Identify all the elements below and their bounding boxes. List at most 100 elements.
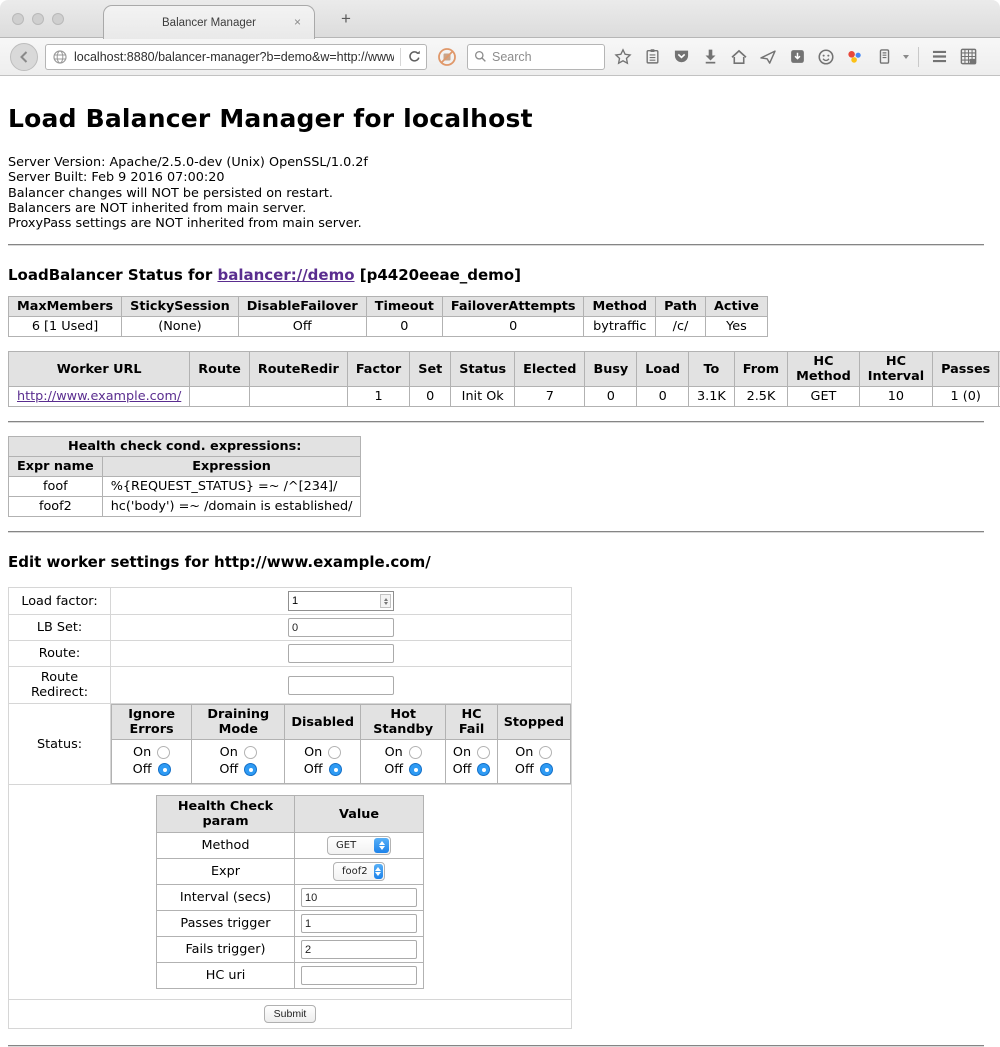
home-icon[interactable] — [728, 46, 750, 68]
route-redirect-label: Route Redirect: — [9, 667, 111, 704]
worker-data-row: http://www.example.com/ 1 0 Init Ok 7 0 … — [9, 387, 1000, 407]
expr-title-row: Health check cond. expressions: — [9, 437, 361, 457]
globe-icon — [52, 49, 68, 65]
hot-standby-off-radio[interactable] — [409, 763, 422, 776]
hot-standby-on-radio[interactable] — [409, 746, 422, 759]
cell-busy: 0 — [585, 387, 637, 407]
hc-params-row: Health Check param Value Method GET — [9, 785, 572, 1000]
menu-hamburger-icon[interactable] — [928, 46, 950, 68]
submit-button[interactable]: Submit — [264, 1005, 317, 1023]
url-text[interactable]: localhost:8880/balancer-manager?b=demo&w… — [74, 50, 394, 64]
back-button[interactable] — [10, 43, 38, 71]
col-busy: Busy — [585, 352, 637, 387]
reading-list-icon[interactable] — [641, 46, 663, 68]
hc-passes-input[interactable] — [301, 914, 417, 933]
worker-url-link[interactable]: http://www.example.com/ — [17, 389, 181, 404]
colored-dots-extension-icon[interactable] — [844, 46, 866, 68]
navigation-toolbar: localhost:8880/balancer-manager?b=demo&w… — [0, 38, 1000, 76]
col-passes: Passes — [933, 352, 999, 387]
hc-expr-row: Expr foof2 — [157, 859, 424, 885]
off-label: Off — [453, 762, 472, 777]
hc-expr-select[interactable]: foof2 — [333, 862, 385, 881]
hc-fail-on-radio[interactable] — [477, 746, 490, 759]
stopped-off-radio[interactable] — [540, 763, 553, 776]
hc-method-select[interactable]: GET — [327, 836, 391, 855]
route-redirect-input[interactable] — [288, 676, 394, 695]
worker-status-table: Worker URL Route RouteRedir Factor Set S… — [8, 351, 1000, 407]
balancer-demo-link[interactable]: balancer://demo — [217, 266, 354, 284]
ignore-errors-on-radio[interactable] — [157, 746, 170, 759]
disabled-off-radio[interactable] — [329, 763, 342, 776]
divider — [8, 531, 984, 533]
tab-title: Balancer Manager — [162, 17, 256, 29]
tab-balancer-manager[interactable]: Balancer Manager × — [103, 5, 315, 39]
cell-route — [190, 387, 250, 407]
hc-interval-input[interactable] — [301, 888, 417, 907]
hc-method-row: Method GET — [157, 833, 424, 859]
submit-row: Submit — [9, 1000, 572, 1029]
search-placeholder: Search — [492, 50, 532, 64]
col-worker-url: Worker URL — [9, 352, 190, 387]
status-radios-row: On Off On Off On Off On — [112, 740, 571, 784]
draining-mode-radios: On Off — [192, 740, 285, 784]
hc-fail-off-radio[interactable] — [477, 763, 490, 776]
cell-disablefailover: Off — [238, 317, 366, 337]
cell-maxmembers: 6 [1 Used] — [9, 317, 122, 337]
new-tab-button[interactable]: + — [333, 7, 359, 31]
draining-mode-off-radio[interactable] — [244, 763, 257, 776]
chat-smiley-icon[interactable] — [815, 46, 837, 68]
search-bar[interactable]: Search — [467, 44, 605, 70]
ignore-errors-off-radio[interactable] — [158, 763, 171, 776]
content-blocked-icon[interactable] — [434, 44, 460, 70]
balancers-note-line: Balancers are NOT inherited from main se… — [8, 201, 984, 216]
col-from: From — [734, 352, 787, 387]
server-built-line: Server Built: Feb 9 2016 07:00:20 — [8, 170, 984, 185]
send-tab-icon[interactable] — [757, 46, 779, 68]
on-label: On — [385, 745, 403, 760]
hc-uri-input[interactable] — [301, 966, 417, 985]
grid-extension-icon[interactable] — [957, 46, 979, 68]
cell-timeout: 0 — [366, 317, 442, 337]
hc-interval-row: Interval (secs) — [157, 885, 424, 911]
on-label: On — [515, 745, 533, 760]
reader-extension-icon[interactable] — [786, 46, 808, 68]
downloads-icon[interactable] — [699, 46, 721, 68]
balancer-header-row: MaxMembers StickySession DisableFailover… — [9, 297, 768, 317]
load-factor-input-wrap — [288, 591, 394, 611]
lb-set-input[interactable] — [288, 618, 394, 637]
hc-fail-radios: On Off — [446, 740, 497, 784]
hc-fails-input[interactable] — [301, 940, 417, 959]
expr-row-foof2: foof2 hc('body') =~ /domain is establish… — [9, 497, 361, 517]
minimize-window-button[interactable] — [32, 13, 44, 25]
load-factor-input[interactable] — [289, 595, 380, 607]
col-hc-fail: HC Fail — [446, 705, 497, 740]
stopped-on-radio[interactable] — [539, 746, 552, 759]
col-path: Path — [656, 297, 706, 317]
stopped-radios: On Off — [497, 740, 570, 784]
extension-dropdown-caret-icon[interactable] — [903, 55, 909, 59]
pocket-icon[interactable] — [670, 46, 692, 68]
bookmark-star-icon[interactable] — [612, 46, 634, 68]
tab-close-icon[interactable]: × — [294, 15, 301, 29]
col-hot-standby: Hot Standby — [360, 705, 445, 740]
col-maxmembers: MaxMembers — [9, 297, 122, 317]
draining-mode-on-radio[interactable] — [244, 746, 257, 759]
cell-expr-name: foof2 — [9, 497, 103, 517]
col-active: Active — [705, 297, 767, 317]
disabled-on-radio[interactable] — [328, 746, 341, 759]
number-spinner-icon[interactable] — [380, 594, 391, 608]
col-disabled: Disabled — [285, 705, 361, 740]
on-label: On — [453, 745, 471, 760]
hc-method-selected-value: GET — [336, 840, 368, 851]
cell-worker-url: http://www.example.com/ — [9, 387, 190, 407]
container-extension-icon[interactable] — [873, 46, 895, 68]
load-factor-label: Load factor: — [9, 588, 111, 615]
cell-expr-name: foof — [9, 477, 103, 497]
route-input[interactable] — [288, 644, 394, 663]
reload-icon[interactable] — [407, 49, 422, 64]
col-stopped: Stopped — [497, 705, 570, 740]
col-draining-mode: Draining Mode — [192, 705, 285, 740]
url-bar[interactable]: localhost:8880/balancer-manager?b=demo&w… — [45, 44, 427, 70]
close-window-button[interactable] — [12, 13, 24, 25]
maximize-window-button[interactable] — [52, 13, 64, 25]
